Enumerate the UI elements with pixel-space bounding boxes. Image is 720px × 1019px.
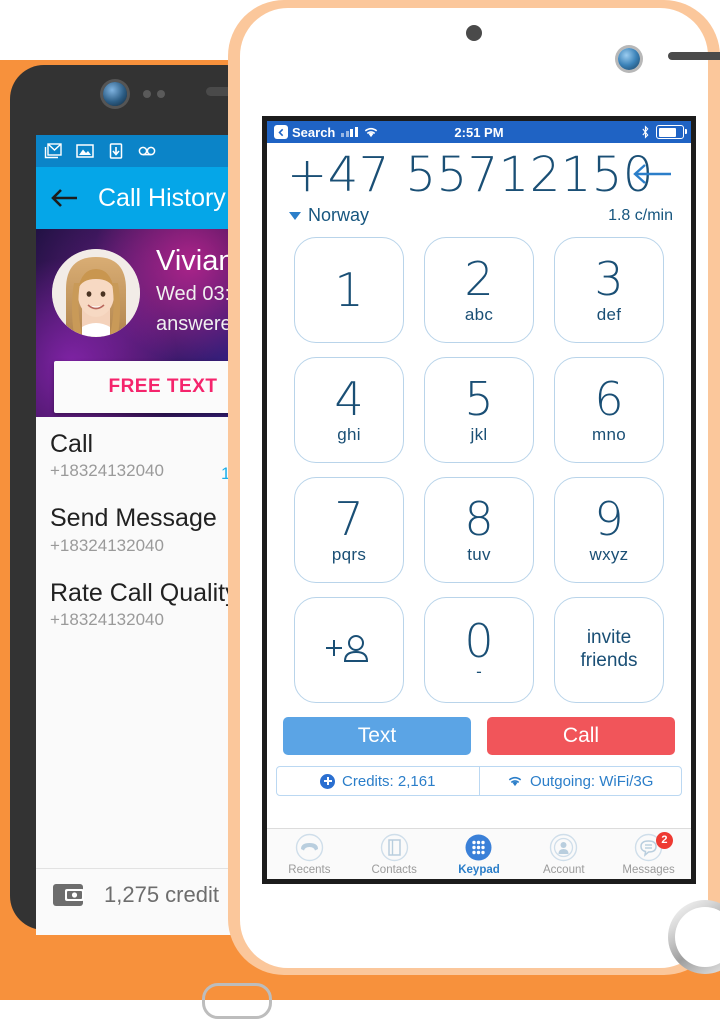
photo-icon bbox=[75, 141, 95, 161]
invite-friends-line1: invite bbox=[586, 627, 632, 649]
iphone-earpiece-speaker bbox=[668, 52, 720, 60]
tab-label: Contacts bbox=[371, 863, 417, 876]
call-button-label: Call bbox=[562, 724, 600, 747]
key-3[interactable]: 3 def bbox=[554, 237, 664, 343]
key-letters: def bbox=[596, 304, 622, 324]
key-digit: 5 bbox=[464, 371, 494, 426]
tab-label: Recents bbox=[288, 863, 331, 876]
tab-messages[interactable]: Messages 2 bbox=[606, 831, 691, 876]
free-text-label: FREE TEXT bbox=[108, 376, 218, 397]
key-2[interactable]: 2 abc bbox=[424, 237, 534, 343]
key-letters: jkl bbox=[470, 424, 488, 444]
key-5[interactable]: 5 jkl bbox=[424, 357, 534, 463]
country-picker[interactable]: Norway bbox=[289, 205, 369, 226]
key-4[interactable]: 4 ghi bbox=[294, 357, 404, 463]
key-digit: 6 bbox=[594, 371, 624, 426]
key-0[interactable]: 0 - bbox=[424, 597, 534, 703]
key-letters: abc bbox=[464, 304, 494, 324]
page-title: Call History bbox=[98, 183, 226, 212]
outgoing-label: Outgoing: WiFi/3G bbox=[530, 772, 654, 790]
plus-circle-icon bbox=[320, 773, 336, 789]
key-letters: mno bbox=[592, 424, 626, 444]
address-book-icon bbox=[380, 833, 409, 862]
wifi-icon bbox=[507, 775, 523, 787]
key-letters: wxyz bbox=[589, 544, 629, 564]
tab-account[interactable]: Account bbox=[521, 833, 606, 876]
key-digit: 2 bbox=[464, 251, 494, 306]
tab-recents[interactable]: Recents bbox=[267, 833, 352, 876]
key-6[interactable]: 6 mno bbox=[554, 357, 664, 463]
action-buttons-row: Text Call bbox=[267, 717, 691, 755]
voicemail-icon bbox=[137, 141, 157, 161]
key-letters: - bbox=[476, 662, 482, 681]
tab-label: Account bbox=[543, 863, 585, 876]
ios-status-bar: Search 2:51 PM bbox=[267, 121, 691, 143]
add-contact-icon bbox=[321, 628, 377, 673]
key-9[interactable]: 9 wxyz bbox=[554, 477, 664, 583]
key-digit: 3 bbox=[594, 251, 624, 306]
call-button[interactable]: Call bbox=[487, 717, 675, 755]
battery-icon bbox=[656, 125, 687, 139]
credits-button[interactable]: Credits: 2,161 bbox=[277, 767, 479, 795]
key-invite-friends[interactable]: invite friends bbox=[554, 597, 664, 703]
tab-keypad[interactable]: Keypad bbox=[437, 833, 522, 876]
key-digit: 0 bbox=[464, 614, 494, 668]
country-name: Norway bbox=[308, 205, 370, 225]
iphone-home-button-inner bbox=[675, 907, 720, 967]
android-front-camera-icon bbox=[103, 82, 127, 106]
key-letters: pqrs bbox=[331, 544, 367, 564]
backspace-arrow-icon[interactable] bbox=[631, 161, 675, 187]
iphone-front-camera-icon bbox=[618, 48, 640, 70]
android-phone-device: Call History Vivian Wed 03:18 answered F… bbox=[10, 65, 286, 1019]
dialed-number: +47 55712150 bbox=[287, 147, 654, 203]
credits-strip: Credits: 2,161 Outgoing: WiFi/3G bbox=[276, 766, 682, 796]
dialed-number-row: +47 55712150 bbox=[267, 147, 691, 205]
android-sensor-dot-1 bbox=[143, 90, 151, 98]
tab-label: Keypad bbox=[458, 863, 500, 876]
phone-handset-icon bbox=[295, 833, 324, 862]
android-sensor-dot-2 bbox=[157, 90, 165, 98]
text-button[interactable]: Text bbox=[283, 717, 471, 755]
key-digit: 9 bbox=[594, 491, 624, 546]
key-letters: ghi bbox=[337, 424, 361, 444]
invite-friends-line2: friends bbox=[580, 650, 638, 671]
tab-contacts[interactable]: Contacts bbox=[352, 833, 437, 876]
credit-amount-label: 1,275 credit bbox=[104, 882, 219, 907]
status-time: 2:51 PM bbox=[454, 124, 504, 140]
key-digit: 4 bbox=[334, 371, 364, 426]
key-8[interactable]: 8 tuv bbox=[424, 477, 534, 583]
tab-label: Messages bbox=[622, 863, 675, 876]
call-rate-label: 1.8 c/min bbox=[608, 207, 673, 224]
back-arrow-icon[interactable] bbox=[50, 186, 80, 210]
credits-label: Credits: 2,161 bbox=[342, 772, 436, 790]
iphone-screen: Search 2:51 PM +47 55712150 Norway 1.8 c… bbox=[262, 116, 696, 884]
key-7[interactable]: 7 pqrs bbox=[294, 477, 404, 583]
key-letters: tuv bbox=[467, 544, 491, 564]
avatar bbox=[52, 249, 140, 337]
key-digit: 7 bbox=[334, 491, 364, 546]
download-icon bbox=[106, 141, 126, 161]
ios-tab-bar: Recents Contacts Keypad Account Messages… bbox=[267, 828, 691, 879]
outgoing-button[interactable]: Outgoing: WiFi/3G bbox=[478, 767, 682, 795]
status-badge: 2 bbox=[655, 831, 673, 849]
user-circle-icon bbox=[549, 833, 578, 862]
key-add-contact[interactable] bbox=[294, 597, 404, 703]
key-digit: 1 bbox=[334, 263, 364, 317]
chevron-down-icon bbox=[289, 211, 301, 220]
wallet-icon bbox=[52, 882, 86, 908]
contact-name: Vivian bbox=[156, 245, 235, 277]
iphone-proximity-sensor bbox=[466, 25, 482, 41]
android-home-button[interactable] bbox=[202, 983, 272, 1019]
dial-keypad: 1 2 abc 3 def 4 ghi 5 jkl 6 mno 7 pqrs 8… bbox=[267, 237, 691, 703]
key-1[interactable]: 1 bbox=[294, 237, 404, 343]
key-digit: 8 bbox=[464, 491, 494, 546]
gmail-icon bbox=[44, 141, 64, 161]
text-button-label: Text bbox=[357, 724, 397, 747]
dialer-meta-row: Norway 1.8 c/min bbox=[267, 205, 691, 231]
keypad-grid-icon bbox=[464, 833, 493, 862]
